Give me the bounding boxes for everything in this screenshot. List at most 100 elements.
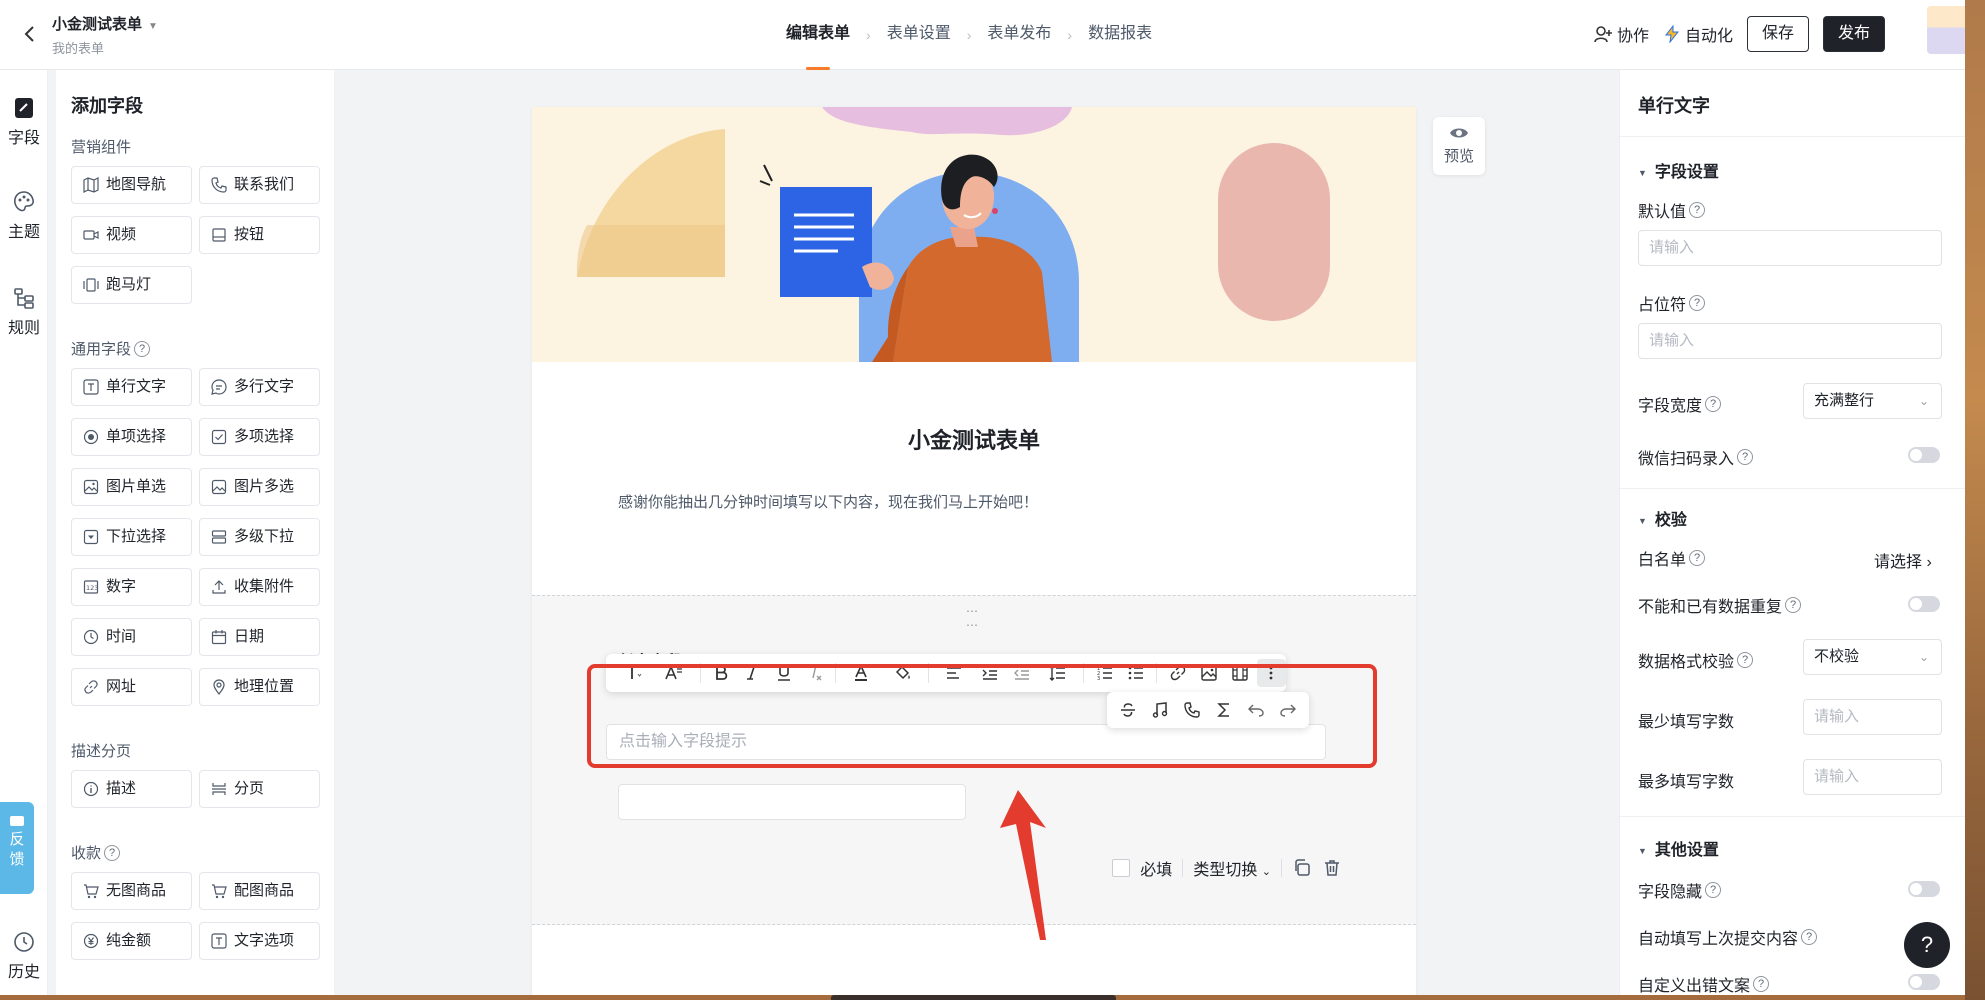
format-validation-select[interactable]: 不校验 ⌄	[1803, 639, 1942, 675]
field-date[interactable]: 日期	[199, 618, 320, 656]
help-icon[interactable]: ?	[1689, 295, 1706, 311]
cart-icon	[84, 884, 99, 899]
type-switch-dropdown[interactable]: 类型切换 ⌄	[1193, 856, 1271, 880]
field-attachment[interactable]: 收集附件	[199, 568, 320, 606]
whitelist-select[interactable]: 请选择 ›	[1874, 548, 1932, 572]
help-icon[interactable]: ?	[1753, 976, 1770, 992]
field-contact-us[interactable]: 联系我们	[199, 166, 320, 204]
drag-handle-icon[interactable]: ⋯ ⋯	[966, 604, 979, 632]
form-title-dropdown[interactable]: 小金测试表单 ▼	[52, 13, 158, 34]
help-icon[interactable]: ?	[1689, 202, 1706, 218]
field-product-image[interactable]: 配图商品	[199, 872, 320, 910]
rail-item-theme[interactable]: 主题	[0, 190, 48, 242]
field-multi-choice[interactable]: 多项选择	[199, 418, 320, 456]
section-field-settings[interactable]: ▼ 字段设置	[1638, 158, 1719, 182]
rail-item-rules[interactable]: 规则	[0, 286, 48, 338]
default-value-label: 默认值?	[1638, 198, 1706, 222]
feedback-icon	[10, 816, 24, 826]
help-icon[interactable]: ?	[1801, 929, 1818, 945]
properties-title: 单行文字	[1638, 96, 1710, 116]
field-number[interactable]: 123 数字	[71, 568, 192, 606]
min-chars-input[interactable]: 请输入	[1803, 699, 1942, 735]
field-description[interactable]: 描述	[71, 770, 192, 808]
help-icon[interactable]: ?	[104, 844, 121, 861]
feedback-button[interactable]: 反馈	[0, 802, 34, 894]
trash-icon[interactable]	[1322, 858, 1342, 878]
chevron-down-icon: ⌄	[1918, 394, 1929, 408]
wechat-scan-toggle[interactable]	[1908, 447, 1940, 463]
field-hidden-toggle[interactable]	[1908, 881, 1940, 897]
step-edit-form[interactable]: 编辑表单	[786, 0, 850, 70]
form-heading[interactable]: 小金测试表单	[532, 423, 1416, 455]
help-icon[interactable]: ?	[1737, 449, 1754, 465]
field-image-single[interactable]: 图片单选	[71, 468, 192, 506]
field-location[interactable]: 地理位置	[199, 668, 320, 706]
no-duplicate-toggle[interactable]	[1908, 596, 1940, 612]
help-icon[interactable]: ?	[1705, 882, 1722, 898]
section-title: 其他设置	[1654, 842, 1719, 859]
help-button[interactable]: ?	[1904, 922, 1950, 968]
save-button[interactable]: 保存	[1746, 16, 1809, 52]
red-arrow-annotation	[1000, 790, 1046, 940]
form-breadcrumb[interactable]: 我的表单	[52, 38, 104, 57]
help-icon[interactable]: ?	[1737, 652, 1754, 668]
highlight-annotation-box	[587, 664, 1377, 768]
field-text-option[interactable]: 文字选项	[199, 922, 320, 960]
collab-button[interactable]: 协作	[1593, 22, 1649, 46]
publish-button[interactable]: 发布	[1822, 16, 1885, 52]
section-other-settings[interactable]: ▼ 其他设置	[1638, 836, 1719, 860]
field-marquee[interactable]: 跑马灯	[71, 266, 192, 304]
location-pin-icon	[213, 679, 225, 695]
clock-icon	[83, 629, 99, 645]
step-form-publish[interactable]: 表单发布	[987, 0, 1051, 70]
help-icon[interactable]: ?	[1705, 396, 1722, 412]
form-description[interactable]: 感谢你能抽出几分钟时间填写以下内容，现在我们马上开始吧！	[618, 491, 1038, 512]
automation-button[interactable]: 自动化	[1663, 22, 1733, 46]
eye-icon	[1450, 128, 1468, 138]
feedback-label: 反馈	[9, 831, 25, 868]
field-url[interactable]: 网址	[71, 668, 192, 706]
custom-error-toggle[interactable]	[1908, 974, 1940, 990]
back-button[interactable]	[16, 20, 44, 48]
step-data-report[interactable]: 数据报表	[1088, 0, 1152, 70]
field-product-no-image[interactable]: 无图商品	[71, 872, 192, 910]
field-cascade-dropdown[interactable]: 多级下拉	[199, 518, 320, 556]
field-single-choice[interactable]: 单项选择	[71, 418, 192, 456]
field-time[interactable]: 时间	[71, 618, 192, 656]
required-checkbox[interactable]	[1112, 859, 1131, 877]
rail-item-fields[interactable]: 字段	[0, 96, 48, 148]
field-label: 网址	[106, 678, 137, 695]
tree-icon	[14, 288, 34, 309]
section-validation[interactable]: ▼ 校验	[1638, 506, 1687, 530]
field-block-actions: 必填 类型切换 ⌄	[1112, 856, 1342, 880]
field-single-line-text[interactable]: 单行文字	[71, 368, 192, 406]
field-width-select[interactable]: 充满整行 ⌄	[1803, 383, 1942, 419]
field-button[interactable]: 按钮	[199, 216, 320, 254]
field-dropdown[interactable]: 下拉选择	[71, 518, 192, 556]
field-map-nav[interactable]: 地图导航	[71, 166, 192, 204]
cart-image-icon	[212, 884, 227, 899]
field-multi-line-text[interactable]: 多行文字	[199, 368, 320, 406]
label-text: 不能和已有数据重复	[1638, 599, 1783, 616]
avatar[interactable]	[1927, 6, 1969, 54]
field-label: 纯金额	[106, 932, 152, 949]
copy-icon[interactable]	[1292, 858, 1312, 878]
form-banner[interactable]	[532, 107, 1416, 362]
default-value-input[interactable]: 请输入	[1638, 230, 1942, 266]
placeholder-input[interactable]: 请输入	[1638, 323, 1942, 359]
preview-button[interactable]: 预览	[1433, 117, 1485, 175]
help-icon[interactable]: ?	[1785, 597, 1802, 613]
field-video[interactable]: 视频	[71, 216, 192, 254]
answer-input-preview	[618, 784, 966, 820]
max-chars-input[interactable]: 请输入	[1803, 759, 1942, 795]
label-text: 默认值	[1638, 204, 1687, 221]
field-amount[interactable]: 纯金额	[71, 922, 192, 960]
form-title: 小金测试表单	[52, 16, 143, 33]
help-icon[interactable]: ?	[1689, 550, 1706, 566]
help-icon[interactable]: ?	[134, 340, 151, 357]
field-pagination[interactable]: 分页	[199, 770, 320, 808]
rail-item-history[interactable]: 历史	[0, 930, 48, 982]
step-form-settings[interactable]: 表单设置	[887, 0, 951, 70]
field-image-multi[interactable]: 图片多选	[199, 468, 320, 506]
required-label[interactable]: 必填	[1140, 856, 1172, 880]
